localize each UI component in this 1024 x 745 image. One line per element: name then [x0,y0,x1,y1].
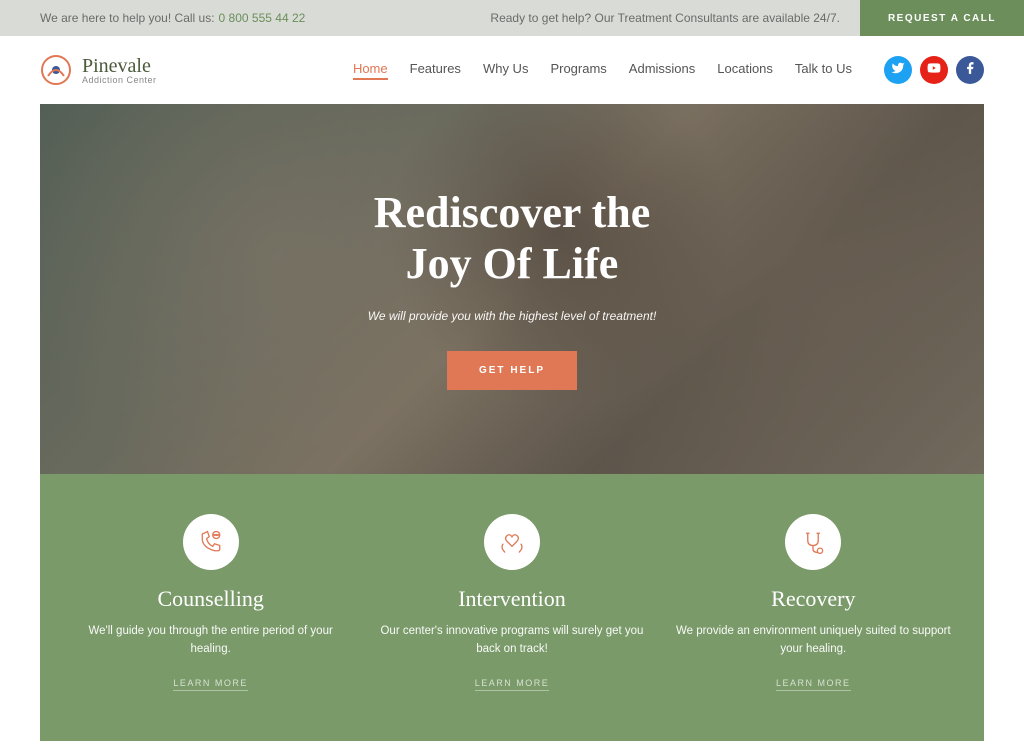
service-recovery: Recovery We provide an environment uniqu… [673,514,953,691]
hero-title-line1: Rediscover the [374,188,651,237]
facebook-icon [963,61,977,80]
youtube-icon [927,61,941,80]
availability-text: Ready to get help? Our Treatment Consult… [490,11,840,25]
services-section: Counselling We'll guide you through the … [40,474,984,741]
learn-more-link[interactable]: LEARN MORE [173,678,248,691]
hands-heart-icon [484,514,540,570]
help-text: We are here to help you! Call us: [40,11,215,25]
get-help-button[interactable]: GET HELP [447,351,577,390]
request-call-button[interactable]: REQUEST A CALL [860,0,1024,36]
social-links [884,56,984,84]
learn-more-link[interactable]: LEARN MORE [475,678,550,691]
nav-programs[interactable]: Programs [550,61,606,80]
top-bar: We are here to help you! Call us: 0 800 … [0,0,1024,36]
twitter-icon [891,61,905,80]
nav-items: Home Features Why Us Programs Admissions… [353,61,852,80]
hero-subtitle: We will provide you with the highest lev… [368,309,657,323]
logo-name: Pinevale [82,56,157,76]
facebook-link[interactable] [956,56,984,84]
hero-section: Rediscover the Joy Of Life We will provi… [40,104,984,474]
service-desc: We provide an environment uniquely suite… [673,622,953,659]
service-title: Intervention [372,586,652,612]
nav-features[interactable]: Features [410,61,461,80]
topbar-right: Ready to get help? Our Treatment Consult… [490,0,1024,36]
service-title: Recovery [673,586,953,612]
topbar-help: We are here to help you! Call us: 0 800 … [40,11,305,25]
nav-talk-to-us[interactable]: Talk to Us [795,61,852,80]
logo-icon [40,54,72,86]
learn-more-link[interactable]: LEARN MORE [776,678,851,691]
twitter-link[interactable] [884,56,912,84]
hero-content: Rediscover the Joy Of Life We will provi… [40,104,984,474]
logo-subtitle: Addiction Center [82,76,157,85]
hero-title-line2: Joy Of Life [406,239,619,288]
service-desc: We'll guide you through the entire perio… [71,622,351,659]
phone-chat-icon [183,514,239,570]
logo-text: Pinevale Addiction Center [82,56,157,85]
nav-locations[interactable]: Locations [717,61,773,80]
phone-number[interactable]: 0 800 555 44 22 [219,11,306,25]
service-title: Counselling [71,586,351,612]
main-nav: Home Features Why Us Programs Admissions… [353,56,984,84]
header: Pinevale Addiction Center Home Features … [0,36,1024,104]
logo[interactable]: Pinevale Addiction Center [40,54,157,86]
service-desc: Our center's innovative programs will su… [372,622,652,659]
youtube-link[interactable] [920,56,948,84]
nav-admissions[interactable]: Admissions [629,61,695,80]
service-counselling: Counselling We'll guide you through the … [71,514,351,691]
nav-why-us[interactable]: Why Us [483,61,529,80]
hero-title: Rediscover the Joy Of Life [374,188,651,289]
nav-home[interactable]: Home [353,61,388,80]
service-intervention: Intervention Our center's innovative pro… [372,514,652,691]
stethoscope-icon [785,514,841,570]
